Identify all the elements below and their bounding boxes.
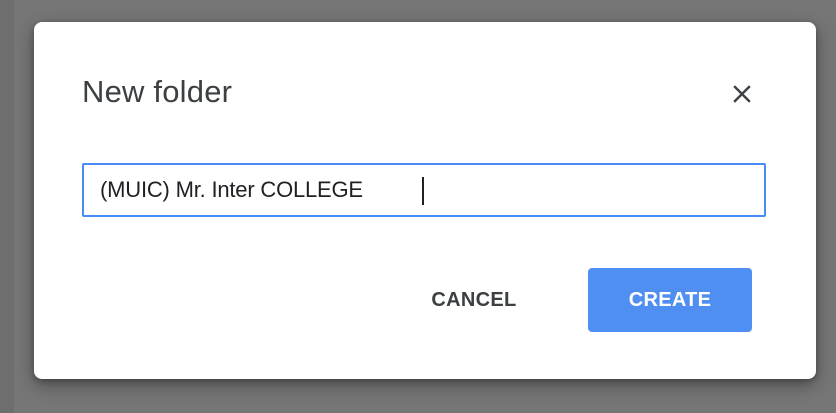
- close-button[interactable]: [724, 76, 760, 112]
- dialog-title: New folder: [82, 74, 233, 109]
- backdrop: [0, 0, 14, 413]
- folder-name-field[interactable]: [82, 163, 766, 217]
- create-button[interactable]: CREATE: [588, 268, 752, 332]
- new-folder-dialog: New folder CANCEL CREATE: [34, 22, 816, 379]
- cancel-button[interactable]: CANCEL: [410, 268, 538, 332]
- folder-name-input[interactable]: [84, 165, 764, 215]
- text-caret: [422, 177, 424, 205]
- close-icon: [733, 85, 751, 103]
